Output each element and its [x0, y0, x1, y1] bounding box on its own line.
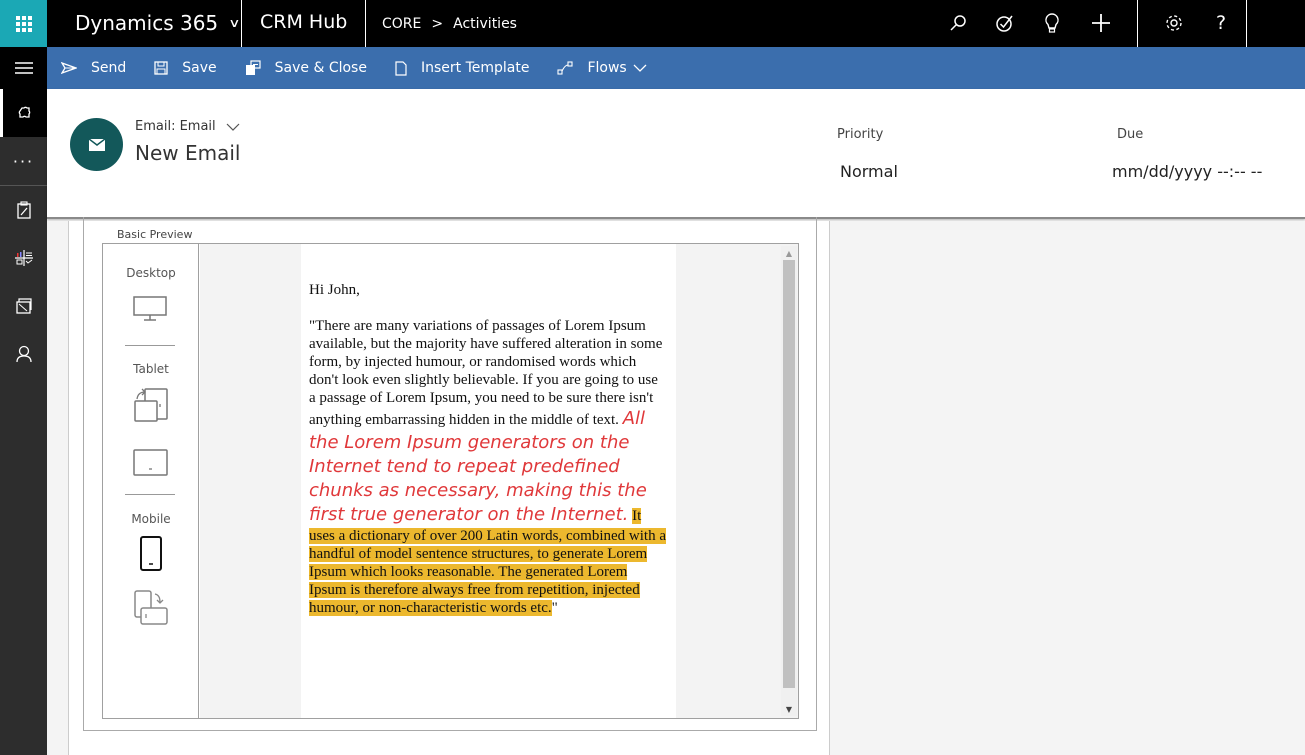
mobile-label: Mobile — [131, 512, 171, 526]
clipboard-icon — [16, 201, 31, 219]
main-form-column: Basic Preview Desktop Tablet Mobile Hi J… — [68, 217, 830, 755]
search-icon[interactable] — [945, 10, 971, 36]
breadcrumb-item-activities[interactable]: Activities — [453, 16, 517, 32]
add-icon[interactable] — [1088, 10, 1114, 36]
flow-icon — [557, 61, 574, 75]
insert-template-button[interactable]: Insert Template — [395, 60, 530, 76]
due-label: Due — [1117, 127, 1144, 142]
folder-icon — [15, 298, 32, 314]
person-icon — [15, 345, 32, 363]
email-preview-canvas: Hi John, "There are many variations of p… — [200, 244, 798, 718]
email-icon — [88, 138, 105, 151]
rail-item-solutions[interactable] — [0, 89, 47, 137]
hamburger-icon — [14, 62, 33, 74]
command-bar: Send Save Save & Close Insert Template F… — [47, 47, 1305, 89]
task-flow-icon[interactable] — [992, 10, 1018, 36]
priority-value[interactable]: Normal — [840, 162, 898, 181]
divider — [241, 0, 242, 47]
mobile-preview-button[interactable] — [139, 536, 163, 576]
tablet-rotate-button[interactable] — [133, 387, 169, 427]
record-title: New Email — [135, 141, 241, 165]
email-body: "There are many variations of passages o… — [309, 317, 668, 617]
app-switcher[interactable]: Dynamics 365 ∨ — [75, 11, 241, 35]
send-button[interactable]: Send — [61, 60, 126, 76]
phone-icon — [140, 536, 162, 571]
waffle-icon — [15, 15, 32, 32]
save-and-close-button[interactable]: Save & Close — [245, 60, 367, 76]
basic-preview-label: Basic Preview — [117, 228, 193, 241]
phone-rotate-icon — [134, 590, 168, 625]
form-content: Basic Preview Desktop Tablet Mobile Hi J… — [47, 217, 1305, 755]
settings-icon[interactable] — [1161, 10, 1187, 36]
form-selector[interactable]: Email: Email — [135, 119, 240, 134]
insert-template-label: Insert Template — [420, 60, 530, 76]
rail-item-activities[interactable] — [0, 186, 47, 234]
rail-item-contacts[interactable] — [0, 330, 47, 378]
entity-avatar — [70, 118, 123, 171]
basic-preview: Desktop Tablet Mobile Hi John, "There ar… — [102, 243, 799, 719]
tablet-landscape-button[interactable] — [133, 449, 169, 481]
monitor-icon — [133, 296, 167, 321]
closing-quote: " — [551, 600, 558, 616]
rail-item-more[interactable]: ··· — [0, 137, 47, 185]
record-header: Email: Email New Email Priority Normal D… — [47, 89, 1305, 219]
save-icon — [154, 61, 168, 75]
left-navigation-rail: ··· — [0, 89, 47, 755]
send-label: Send — [91, 60, 127, 76]
due-value[interactable]: mm/dd/yyyy --:-- -- — [1112, 162, 1262, 181]
tablet-label: Tablet — [133, 362, 169, 376]
desktop-preview-button[interactable] — [133, 296, 167, 326]
scroll-down-arrow-icon[interactable]: ▼ — [784, 704, 794, 714]
divider — [365, 0, 366, 47]
email-body-preview: Hi John, "There are many variations of p… — [301, 244, 676, 718]
help-icon[interactable]: ? — [1208, 10, 1234, 36]
save-close-icon — [245, 60, 261, 75]
app-name: Dynamics 365 — [75, 11, 219, 35]
chevron-right-icon: > — [431, 16, 444, 32]
tablet-rotate-icon — [134, 388, 168, 422]
save-button[interactable]: Save — [154, 60, 217, 76]
breadcrumb-item-core[interactable]: CORE — [382, 16, 421, 32]
lightbulb-icon[interactable] — [1039, 10, 1065, 36]
tablet-icon — [133, 449, 168, 476]
top-navigation-bar: Dynamics 365 ∨ CRM Hub CORE > Activities… — [0, 0, 1305, 47]
hub-name[interactable]: CRM Hub — [260, 11, 347, 33]
scroll-thumb[interactable] — [783, 260, 795, 688]
puzzle-icon — [18, 106, 31, 118]
hamburger-menu-button[interactable] — [0, 47, 47, 89]
document-icon — [395, 60, 407, 76]
divider — [1246, 0, 1247, 47]
save-label: Save — [182, 60, 217, 76]
chevron-down-icon — [633, 64, 647, 72]
flows-label: Flows — [587, 60, 627, 76]
body-plain-text: "There are many variations of passages o… — [309, 318, 663, 428]
divider — [125, 494, 175, 495]
breadcrumb: CORE > Activities — [382, 16, 517, 32]
save-and-close-label: Save & Close — [274, 60, 367, 76]
entity-type-label: Email: Email — [135, 119, 216, 134]
right-form-column — [830, 221, 1305, 755]
chevron-down-icon: ∨ — [228, 16, 241, 30]
divider — [125, 345, 175, 346]
more-icon: ··· — [12, 151, 35, 171]
email-greeting: Hi John, — [309, 282, 360, 298]
chevron-down-icon — [226, 123, 240, 131]
divider — [1137, 0, 1138, 47]
flows-button[interactable]: Flows — [557, 60, 660, 76]
rail-item-dashboard[interactable] — [0, 234, 47, 282]
preview-scrollbar[interactable]: ▲ ▼ — [781, 246, 797, 716]
app-launcher-button[interactable] — [0, 0, 47, 47]
scroll-up-arrow-icon[interactable]: ▲ — [784, 248, 794, 258]
send-icon — [61, 62, 77, 74]
desktop-label: Desktop — [126, 266, 176, 280]
device-selector-panel: Desktop Tablet Mobile — [103, 244, 199, 718]
dashboard-icon — [14, 250, 33, 266]
priority-label: Priority — [837, 127, 884, 142]
mobile-rotate-button[interactable] — [133, 590, 169, 630]
rail-item-folder[interactable] — [0, 282, 47, 330]
